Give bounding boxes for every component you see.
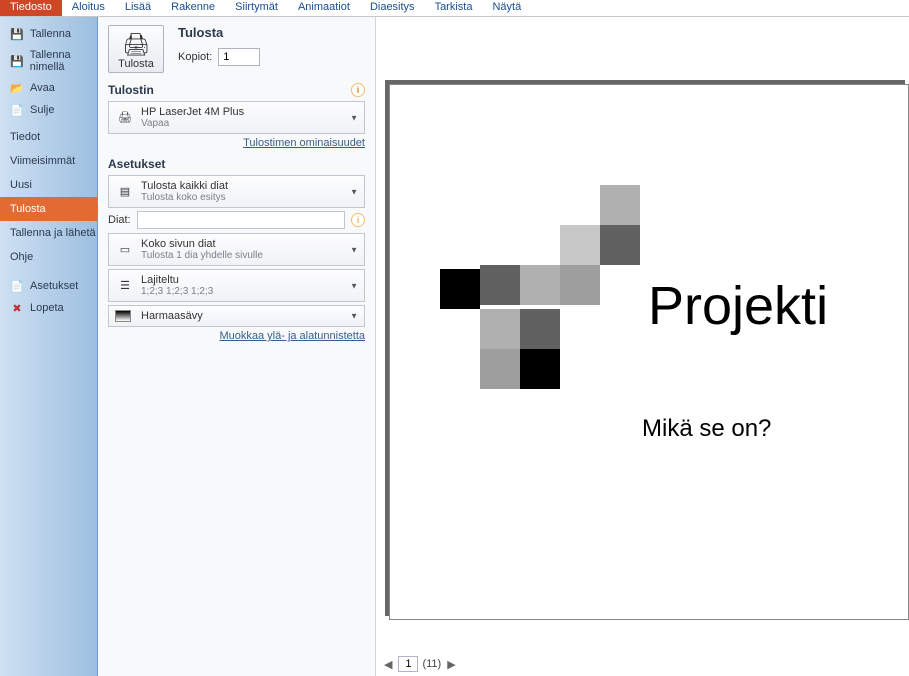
printer-status: Vapaa — [141, 118, 342, 129]
ribbon-tabs: Tiedosto Aloitus Lisää Rakenne Siirtymät… — [0, 0, 909, 17]
collate-icon: ☰ — [115, 276, 135, 296]
sidebar-close[interactable]: 📄 Sulje — [0, 99, 97, 121]
print-button-label: Tulosta — [113, 58, 159, 70]
printer-dropdown[interactable]: 🖨 HP LaserJet 4M Plus Vapaa ▼ — [108, 101, 365, 134]
printer-properties-link[interactable]: Tulostimen ominaisuudet — [108, 137, 365, 149]
sidebar-new[interactable]: Uusi — [0, 173, 97, 197]
save-icon: 💾 — [10, 27, 24, 41]
layout-line1: Koko sivun diat — [141, 238, 342, 250]
layout-dropdown[interactable]: ▭ Koko sivun diat Tulosta 1 dia yhdelle … — [108, 233, 365, 266]
sidebar-item-label: Avaa — [30, 82, 55, 94]
collate-line2: 1;2;3 1;2;3 1;2;3 — [141, 286, 342, 297]
print-preview: Projekti Mikä se on? ◀ (11) ▶ — [376, 17, 909, 676]
sidebar-save-as[interactable]: 💾 Tallenna nimellä — [0, 45, 97, 77]
chevron-down-icon: ▼ — [350, 312, 358, 321]
sidebar-help[interactable]: Ohje — [0, 245, 97, 269]
edit-header-footer-link[interactable]: Muokkaa ylä- ja alatunnistetta — [108, 330, 365, 342]
printer-icon: 🖨 — [113, 32, 159, 58]
print-what-line1: Tulosta kaikki diat — [141, 180, 342, 192]
copies-label: Kopiot: — [178, 51, 212, 63]
print-options-panel: 🖨 Tulosta Tulosta Kopiot: Tulostin i 🖨 H… — [98, 17, 376, 676]
save-as-icon: 💾 — [10, 54, 24, 68]
preview-pager: ◀ (11) ▶ — [382, 656, 458, 672]
print-what-dropdown[interactable]: ▤ Tulosta kaikki diat Tulosta koko esity… — [108, 175, 365, 208]
ribbon-tab-insert[interactable]: Lisää — [115, 0, 161, 16]
print-section-title: Tulosta — [178, 25, 260, 40]
ribbon-tab-home[interactable]: Aloitus — [62, 0, 115, 16]
grayscale-icon — [115, 310, 131, 322]
page-total-label: (11) — [422, 658, 441, 670]
slides-label: Diat: — [108, 214, 131, 226]
page-number-input[interactable] — [398, 656, 418, 672]
chevron-down-icon: ▼ — [350, 245, 358, 254]
ribbon-tab-animations[interactable]: Animaatiot — [288, 0, 360, 16]
sidebar-exit[interactable]: ✖ Lopeta — [0, 297, 97, 319]
color-dropdown[interactable]: Harmaasävy ▼ — [108, 305, 365, 327]
ribbon-tab-view[interactable]: Näytä — [482, 0, 531, 16]
sidebar-item-label: Tallenna — [30, 28, 71, 40]
sidebar-item-label: Tallenna nimellä — [30, 49, 89, 73]
printer-name: HP LaserJet 4M Plus — [141, 106, 342, 118]
chevron-down-icon: ▼ — [350, 281, 358, 290]
info-icon[interactable]: i — [351, 213, 365, 227]
print-button[interactable]: 🖨 Tulosta — [108, 25, 164, 73]
preview-slide: Projekti Mikä se on? — [389, 84, 909, 620]
sidebar-print[interactable]: Tulosta — [0, 197, 97, 221]
options-icon: 📄 — [10, 279, 24, 293]
fullpage-icon: ▭ — [115, 240, 135, 260]
ribbon-tab-slideshow[interactable]: Diaesitys — [360, 0, 425, 16]
sidebar-item-label: Asetukset — [30, 280, 78, 292]
collate-dropdown[interactable]: ☰ Lajiteltu 1;2;3 1;2;3 1;2;3 ▼ — [108, 269, 365, 302]
sidebar-recent[interactable]: Viimeisimmät — [0, 149, 97, 173]
slides-all-icon: ▤ — [115, 182, 135, 202]
sidebar-open[interactable]: 📂 Avaa — [0, 77, 97, 99]
prev-page-button[interactable]: ◀ — [382, 658, 394, 671]
slide-title: Projekti — [648, 275, 828, 337]
copies-input[interactable] — [218, 48, 260, 66]
sidebar-save[interactable]: 💾 Tallenna — [0, 23, 97, 45]
color-line1: Harmaasävy — [141, 310, 342, 322]
sidebar-options[interactable]: 📄 Asetukset — [0, 275, 97, 297]
next-page-button[interactable]: ▶ — [445, 658, 457, 671]
sidebar-info[interactable]: Tiedot — [0, 125, 97, 149]
ribbon-tab-file[interactable]: Tiedosto — [0, 0, 62, 16]
slide-subtitle: Mikä se on? — [642, 415, 771, 443]
layout-line2: Tulosta 1 dia yhdelle sivulle — [141, 250, 342, 261]
collate-line1: Lajiteltu — [141, 274, 342, 286]
sidebar-save-send[interactable]: Tallenna ja lähetä — [0, 221, 97, 245]
settings-heading: Asetukset — [108, 157, 165, 171]
print-what-line2: Tulosta koko esitys — [141, 192, 342, 203]
chevron-down-icon: ▼ — [350, 113, 358, 122]
chevron-down-icon: ▼ — [350, 187, 358, 196]
ribbon-tab-review[interactable]: Tarkista — [425, 0, 483, 16]
exit-icon: ✖ — [10, 301, 24, 315]
ribbon-tab-design[interactable]: Rakenne — [161, 0, 225, 16]
ribbon-tab-transitions[interactable]: Siirtymät — [225, 0, 288, 16]
printer-heading: Tulostin — [108, 83, 154, 97]
close-doc-icon: 📄 — [10, 103, 24, 117]
slides-input[interactable] — [137, 211, 345, 229]
sidebar-item-label: Sulje — [30, 104, 54, 116]
open-icon: 📂 — [10, 81, 24, 95]
backstage-sidebar: 💾 Tallenna 💾 Tallenna nimellä 📂 Avaa 📄 S… — [0, 17, 98, 676]
printer-device-icon: 🖨 — [115, 108, 135, 128]
sidebar-item-label: Lopeta — [30, 302, 64, 314]
info-icon[interactable]: i — [351, 83, 365, 97]
